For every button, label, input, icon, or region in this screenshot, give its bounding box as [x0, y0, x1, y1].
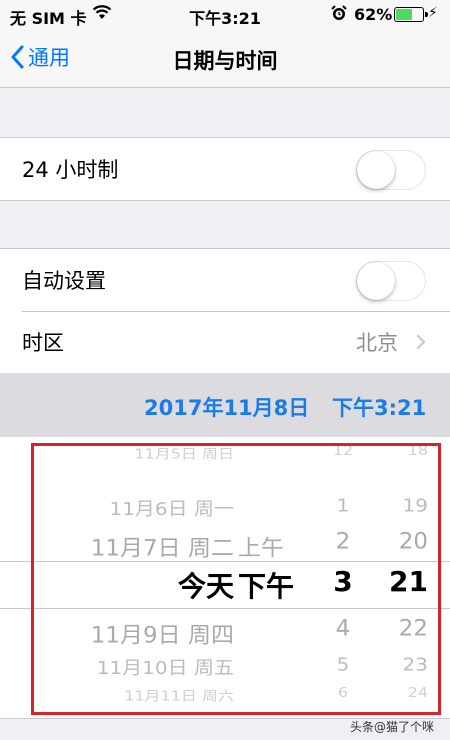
watermark: 头条@猫了个咪	[350, 720, 435, 734]
battery-fill	[396, 9, 413, 20]
toggle-knob	[357, 151, 395, 189]
timezone-label: 时区	[22, 331, 64, 355]
navigation-bar: 通用 日期与时间	[0, 30, 450, 88]
date-time-summary[interactable]: 2017年11月8日 下午3:21	[0, 373, 450, 437]
auto-time-group: 自动设置 时区 北京	[0, 248, 450, 374]
auto-set-cell: 自动设置	[0, 249, 450, 311]
chevron-right-icon	[416, 334, 426, 350]
auto-set-toggle[interactable]	[356, 261, 426, 301]
battery-percent: 62%	[354, 5, 393, 24]
timezone-value: 北京	[356, 331, 398, 355]
charging-bolt-icon: ⚡	[428, 5, 438, 21]
hour24-cell: 24 小时制	[0, 138, 450, 200]
selected-time: 下午3:21	[332, 396, 427, 420]
status-bar: 无 SIM 卡 下午3:21 62% ⚡	[0, 0, 450, 30]
selected-date: 2017年11月8日	[144, 396, 310, 420]
battery-icon	[394, 7, 428, 22]
hour24-group: 24 小时制	[0, 137, 450, 201]
highlight-box	[31, 443, 441, 715]
timezone-cell[interactable]: 时区 北京	[0, 311, 450, 373]
hour24-toggle[interactable]	[356, 150, 426, 190]
hour24-label: 24 小时制	[22, 158, 119, 182]
auto-set-label: 自动设置	[22, 269, 106, 293]
page-title: 日期与时间	[172, 49, 278, 73]
toggle-knob	[357, 262, 395, 300]
alarm-icon	[330, 4, 348, 26]
